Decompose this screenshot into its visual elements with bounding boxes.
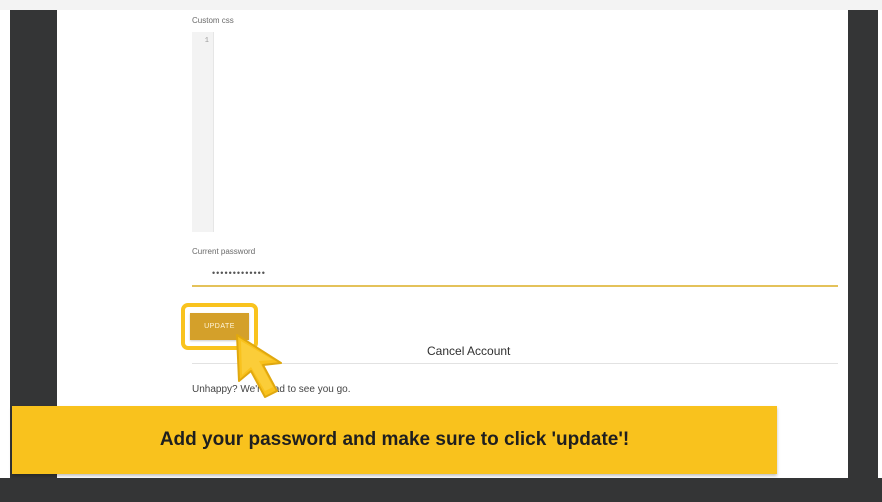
bottom-frame-bar	[0, 478, 882, 502]
custom-css-editor[interactable]: 1	[192, 32, 838, 232]
password-underline	[192, 285, 838, 287]
video-frame: Custom css 1 Current password ••••••••••…	[0, 0, 882, 502]
custom-css-label: Custom css	[192, 16, 234, 25]
cancel-account-title: Cancel Account	[427, 344, 511, 358]
arrow-cursor-icon	[236, 334, 282, 398]
current-password-input[interactable]: •••••••••••••	[212, 268, 266, 278]
editor-gutter: 1	[192, 32, 214, 232]
right-frame-bar	[848, 10, 878, 480]
current-password-label: Current password	[192, 247, 256, 256]
top-strip	[0, 0, 882, 10]
editor-line-number: 1	[204, 37, 209, 45]
tutorial-banner-text: Add your password and make sure to click…	[159, 429, 630, 450]
tutorial-banner: Add your password and make sure to click…	[12, 406, 777, 474]
